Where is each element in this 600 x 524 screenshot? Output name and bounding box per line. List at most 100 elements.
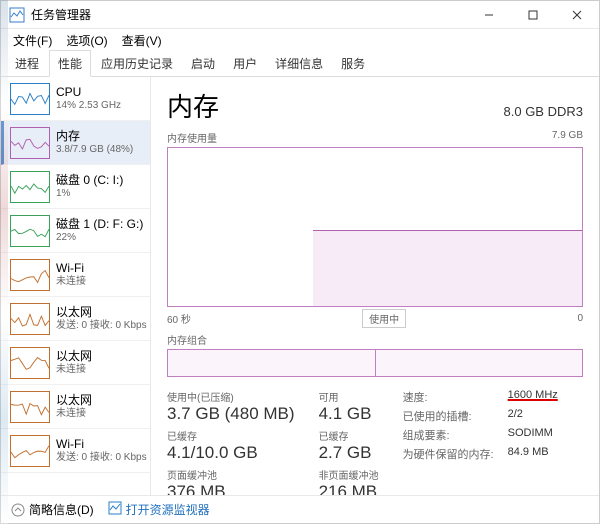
open-resource-monitor[interactable]: 打开资源监视器 — [126, 501, 210, 518]
stat-cell-5: 非页面缓冲池216 MB — [319, 467, 379, 495]
sidebar-item-7[interactable]: 以太网未连接 — [1, 385, 150, 429]
sidebar-item-title: 内存 — [56, 129, 133, 143]
sidebar-item-title: 以太网 — [56, 305, 147, 319]
slot-1 — [167, 349, 376, 377]
stat-right-value-2: SODIMM — [508, 427, 558, 443]
stat-label: 使用中(已压缩) — [167, 389, 295, 404]
menubar: 文件(F) 选项(O) 查看(V) — [1, 29, 599, 51]
resource-monitor-icon — [108, 501, 122, 518]
sidebar-item-4[interactable]: Wi-Fi未连接 — [1, 253, 150, 297]
sidebar-item-title: Wi-Fi — [56, 261, 86, 275]
stat-right-label-0: 速度: — [403, 389, 494, 405]
stat-cell-1: 可用4.1 GB — [319, 389, 379, 424]
sidebar-item-8[interactable]: Wi-Fi发送: 0 接收: 0 Kbps — [1, 429, 150, 473]
sidebar-item-5[interactable]: 以太网发送: 0 接收: 0 Kbps — [1, 297, 150, 341]
axis-left: 60 秒 — [167, 311, 191, 326]
stat-right-value-0: 1600 MHz — [508, 389, 558, 405]
main-panel: 内存 8.0 GB DDR3 内存使用量 7.9 GB 60 秒 使用中 0 内… — [151, 77, 599, 495]
sidebar-sparkline — [10, 171, 50, 203]
sidebar: CPU14% 2.53 GHz内存3.8/7.9 GB (48%)磁盘 0 (C… — [1, 77, 151, 495]
stat-right-label-1: 已使用的插槽: — [403, 408, 494, 424]
sidebar-item-title: CPU — [56, 85, 121, 99]
sidebar-item-title: 磁盘 1 (D: F: G:) — [56, 217, 143, 231]
sidebar-item-sub: 未连接 — [56, 276, 86, 288]
close-button[interactable] — [555, 1, 599, 29]
slots-label: 内存组合 — [167, 332, 583, 347]
stat-right-label-2: 组成要素: — [403, 427, 494, 443]
chart-label-max: 7.9 GB — [552, 130, 583, 145]
memory-slots — [167, 349, 583, 377]
titlebar: 任务管理器 — [1, 1, 599, 29]
tabbar: 进程 性能 应用历史记录 启动 用户 详细信息 服务 — [1, 51, 599, 77]
tab-users[interactable]: 用户 — [225, 51, 265, 76]
chart-label-usage: 内存使用量 — [167, 130, 217, 145]
sidebar-sparkline — [10, 303, 50, 335]
stat-label: 可用 — [319, 389, 379, 404]
sidebar-sparkline — [10, 391, 50, 423]
tab-processes[interactable]: 进程 — [7, 51, 47, 76]
stats-right: 速度: 1600 MHz 已使用的插槽: 2/2 组成要素: SODIMM 为硬件保留的内存… — [403, 389, 558, 495]
sidebar-item-2[interactable]: 磁盘 0 (C: I:)1% — [1, 165, 150, 209]
stat-value: 4.1/10.0 GB — [167, 443, 295, 463]
page-title: 内存 — [167, 87, 219, 124]
sidebar-item-sub: 未连接 — [56, 408, 92, 420]
stat-cell-2: 已缓存4.1/10.0 GB — [167, 428, 295, 463]
minimize-button[interactable] — [467, 1, 511, 29]
sidebar-item-title: 以太网 — [56, 349, 92, 363]
tab-details[interactable]: 详细信息 — [267, 51, 331, 76]
chevron-up-icon[interactable] — [11, 503, 25, 517]
sidebar-item-1[interactable]: 内存3.8/7.9 GB (48%) — [1, 121, 150, 165]
sidebar-item-sub: 未连接 — [56, 364, 92, 376]
sidebar-item-sub: 14% 2.53 GHz — [56, 100, 121, 112]
sidebar-sparkline — [10, 127, 50, 159]
stats-left: 使用中(已压缩)3.7 GB (480 MB)可用4.1 GB已缓存4.1/10… — [167, 389, 379, 495]
stat-cell-3: 已缓存2.7 GB — [319, 428, 379, 463]
memory-chart — [167, 147, 583, 307]
stat-label: 页面缓冲池 — [167, 467, 295, 482]
stat-value: 3.7 GB (480 MB) — [167, 404, 295, 424]
stat-value: 2.7 GB — [319, 443, 379, 463]
sidebar-item-sub: 22% — [56, 232, 143, 244]
sidebar-sparkline — [10, 435, 50, 467]
stat-right-value-3: 84.9 MB — [508, 446, 558, 462]
stat-right-value-1: 2/2 — [508, 408, 558, 424]
sidebar-sparkline — [10, 259, 50, 291]
footer-brief[interactable]: 简略信息(D) — [29, 501, 94, 518]
stat-label: 已缓存 — [167, 428, 295, 443]
task-manager-icon — [9, 7, 25, 23]
stat-label: 已缓存 — [319, 428, 379, 443]
tab-app-history[interactable]: 应用历史记录 — [93, 51, 181, 76]
sidebar-item-title: Wi-Fi — [56, 437, 147, 451]
sidebar-item-0[interactable]: CPU14% 2.53 GHz — [1, 77, 150, 121]
stat-right-label-3: 为硬件保留的内存: — [403, 446, 494, 462]
stat-cell-0: 使用中(已压缩)3.7 GB (480 MB) — [167, 389, 295, 424]
sidebar-item-title: 磁盘 0 (C: I:) — [56, 173, 123, 187]
tab-services[interactable]: 服务 — [333, 51, 373, 76]
slot-2 — [376, 349, 584, 377]
menu-options[interactable]: 选项(O) — [60, 30, 113, 51]
sidebar-item-sub: 3.8/7.9 GB (48%) — [56, 144, 133, 156]
axis-mid-label: 使用中 — [362, 309, 406, 328]
stat-cell-4: 页面缓冲池376 MB — [167, 467, 295, 495]
stat-value: 376 MB — [167, 482, 295, 495]
stat-value: 4.1 GB — [319, 404, 379, 424]
window-title: 任务管理器 — [31, 6, 467, 23]
memory-spec: 8.0 GB DDR3 — [504, 104, 583, 119]
sidebar-item-title: 以太网 — [56, 393, 92, 407]
sidebar-item-sub: 1% — [56, 188, 123, 200]
tab-performance[interactable]: 性能 — [49, 50, 91, 77]
sidebar-item-sub: 发送: 0 接收: 0 Kbps — [56, 320, 147, 332]
menu-file[interactable]: 文件(F) — [7, 30, 58, 51]
stat-value: 216 MB — [319, 482, 379, 495]
maximize-button[interactable] — [511, 1, 555, 29]
sidebar-sparkline — [10, 83, 50, 115]
axis-right: 0 — [577, 313, 583, 324]
stat-label: 非页面缓冲池 — [319, 467, 379, 482]
menu-view[interactable]: 查看(V) — [116, 30, 168, 51]
tab-startup[interactable]: 启动 — [183, 51, 223, 76]
sidebar-item-sub: 发送: 0 接收: 0 Kbps — [56, 452, 147, 464]
sidebar-sparkline — [10, 215, 50, 247]
sidebar-sparkline — [10, 347, 50, 379]
sidebar-item-6[interactable]: 以太网未连接 — [1, 341, 150, 385]
sidebar-item-3[interactable]: 磁盘 1 (D: F: G:)22% — [1, 209, 150, 253]
